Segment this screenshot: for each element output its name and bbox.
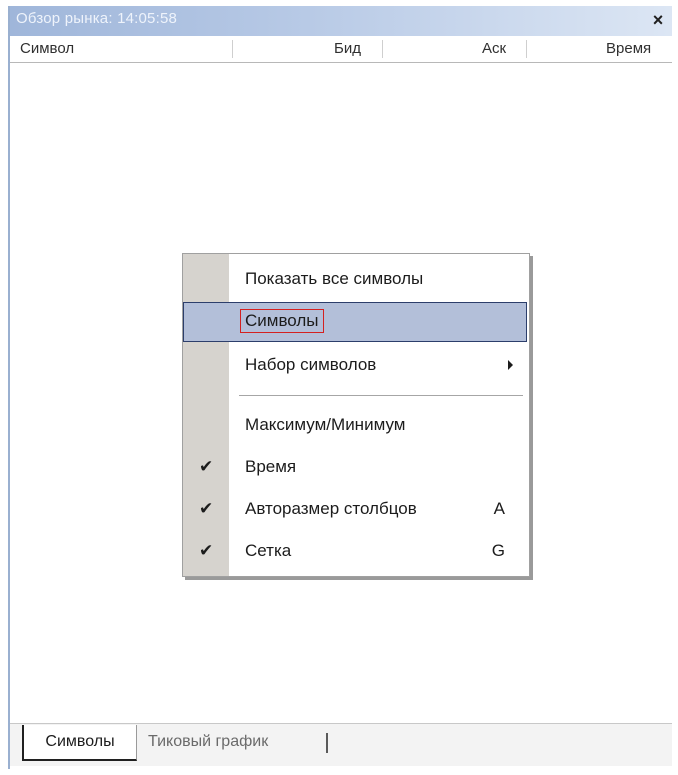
tab-symbols[interactable]: Символы — [22, 725, 137, 761]
menu-separator — [239, 395, 523, 397]
tab-separator — [326, 733, 328, 753]
menu-item-label: Авторазмер столбцов — [245, 499, 417, 518]
market-watch-window: Обзор рынка: 14:05:58 × Символ Бид Аск В… — [8, 6, 672, 769]
menu-item-high-low[interactable]: Максимум/Минимум — [183, 406, 527, 446]
column-divider[interactable] — [526, 40, 527, 58]
submenu-arrow-icon — [508, 360, 513, 370]
column-header-time[interactable]: Время — [606, 36, 651, 62]
menu-item-label: Сетка — [245, 541, 292, 560]
column-divider[interactable] — [232, 40, 233, 58]
menu-item-show-all-symbols[interactable]: Показать все символы — [183, 260, 527, 300]
window-title: Обзор рынка: 14:05:58 — [16, 10, 178, 27]
menu-item-label: Показать все символы — [245, 269, 424, 288]
title-bar[interactable]: Обзор рынка: 14:05:58 × — [10, 6, 672, 36]
checkmark-icon: ✔ — [199, 541, 214, 560]
menu-item-label: Набор символов — [245, 355, 377, 374]
menu-item-label: Символы — [240, 309, 324, 333]
column-header-bid[interactable]: Бид — [334, 36, 361, 62]
menu-item-time[interactable]: ✔ Время — [183, 448, 527, 488]
menu-item-shortcut: A — [493, 499, 505, 518]
close-icon[interactable]: × — [648, 9, 668, 31]
column-header-ask[interactable]: Аск — [482, 36, 506, 62]
menu-item-shortcut: G — [491, 541, 505, 560]
column-divider[interactable] — [382, 40, 383, 58]
menu-item-symbol-sets[interactable]: Набор символов — [183, 346, 527, 386]
checkmark-icon: ✔ — [199, 499, 214, 518]
checkmark-icon: ✔ — [199, 457, 214, 476]
menu-item-label: Время — [245, 457, 297, 476]
column-header: Символ Бид Аск Время — [10, 36, 672, 63]
context-menu: Показать все символы Символы Набор симво… — [182, 253, 530, 577]
menu-item-symbols[interactable]: Символы — [183, 302, 527, 342]
tab-bar: Символы Тиковый график — [10, 713, 672, 769]
menu-item-autosize-columns[interactable]: ✔ Авторазмер столбцов A — [183, 490, 527, 530]
tab-tick-chart[interactable]: Тиковый график — [148, 725, 268, 759]
column-header-symbol[interactable]: Символ — [20, 36, 74, 62]
menu-item-label: Максимум/Минимум — [245, 415, 406, 434]
menu-item-grid[interactable]: ✔ Сетка G — [183, 532, 527, 572]
